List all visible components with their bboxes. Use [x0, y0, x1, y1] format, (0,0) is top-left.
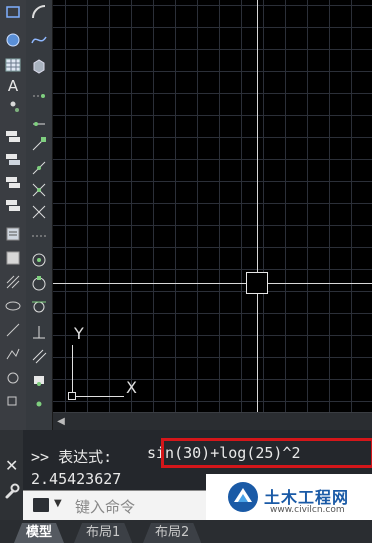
- drawing-canvas[interactable]: Y X: [53, 0, 372, 430]
- snap-perpendicular-icon[interactable]: [29, 322, 49, 342]
- tab-layout2[interactable]: 布局2: [143, 523, 201, 543]
- watermark-logo: 土木工程网 www.civilcn.com: [206, 474, 372, 520]
- ucs-origin-icon: [68, 392, 76, 400]
- box-3d-icon[interactable]: [29, 55, 49, 75]
- horizontal-scrollbar[interactable]: ◀: [53, 412, 372, 431]
- ucs-y-axis: [72, 345, 73, 397]
- snap-center-icon[interactable]: [29, 250, 49, 270]
- arc-icon[interactable]: [29, 2, 49, 22]
- snap-tangent-icon[interactable]: [29, 296, 49, 316]
- site-logo-icon: [228, 482, 258, 512]
- hatch-icon[interactable]: [3, 272, 23, 292]
- snap-parallel-icon[interactable]: [29, 346, 49, 366]
- chevron-down-icon[interactable]: ▼: [54, 498, 62, 509]
- blocks-icon[interactable]: [3, 150, 23, 170]
- highlight-annotation-box: [161, 438, 372, 468]
- ucs-y-label: Y: [74, 324, 84, 343]
- layer-stack-icon[interactable]: [3, 127, 23, 147]
- snap-endpoint-icon[interactable]: [29, 134, 49, 154]
- snap-apparent-intersection-icon[interactable]: [29, 202, 49, 222]
- snap-extension-icon[interactable]: [29, 226, 49, 246]
- ucs-x-axis: [72, 396, 124, 397]
- ucs-x-label: X: [126, 378, 137, 397]
- snap-midpoint-icon[interactable]: [29, 158, 49, 178]
- history-line-expression: >> 表达式: sin(30)+log(25)^2: [31, 444, 301, 467]
- wrench-icon[interactable]: [3, 482, 21, 500]
- scroll-left-arrow-icon[interactable]: ◀: [55, 416, 67, 428]
- watermark-url: www.civilcn.com: [270, 505, 345, 515]
- ellipse-icon[interactable]: [3, 296, 23, 316]
- region-icon[interactable]: [3, 248, 23, 268]
- snap-quadrant-icon[interactable]: [29, 274, 49, 294]
- history-result: 2.45423627: [31, 470, 122, 488]
- text-icon[interactable]: A: [3, 76, 23, 96]
- point-icon[interactable]: [3, 97, 23, 117]
- rectangle-icon[interactable]: [3, 2, 23, 22]
- crosshair-vertical: [257, 0, 258, 412]
- spline-icon[interactable]: [29, 30, 49, 50]
- snap-node-icon[interactable]: [29, 394, 49, 414]
- crosshair-horizontal: [53, 283, 372, 284]
- snap-temp-track-icon[interactable]: [29, 86, 49, 106]
- snap-insert-icon[interactable]: [29, 370, 49, 390]
- tab-model[interactable]: 模型: [14, 523, 64, 543]
- define-attribute-icon[interactable]: [3, 224, 23, 244]
- command-input-placeholder: 键入命令: [75, 498, 136, 516]
- tab-layout1[interactable]: 布局1: [74, 523, 132, 543]
- history-prompt: >> 表达式:: [31, 448, 113, 466]
- snap-from-icon[interactable]: [29, 110, 49, 130]
- close-icon[interactable]: ✕: [5, 456, 18, 475]
- command-line-handle: ✕: [0, 430, 23, 520]
- object-snap-toolbar: [26, 0, 53, 430]
- attribute-icon[interactable]: [3, 196, 23, 216]
- command-prompt-icon[interactable]: [33, 498, 49, 512]
- polyline-icon[interactable]: [3, 344, 23, 364]
- draw-toolbar: A: [0, 0, 27, 430]
- copy-icon[interactable]: [3, 392, 23, 412]
- snap-intersection-icon[interactable]: [29, 180, 49, 200]
- circle-icon[interactable]: [3, 30, 23, 50]
- line-icon[interactable]: [3, 320, 23, 340]
- pickbox-cursor: [246, 272, 268, 294]
- layout-tabs: 模型 布局1 布局2: [0, 520, 372, 543]
- move-icon[interactable]: [3, 368, 23, 388]
- table-icon[interactable]: [3, 55, 23, 75]
- insert-block-icon[interactable]: [3, 173, 23, 193]
